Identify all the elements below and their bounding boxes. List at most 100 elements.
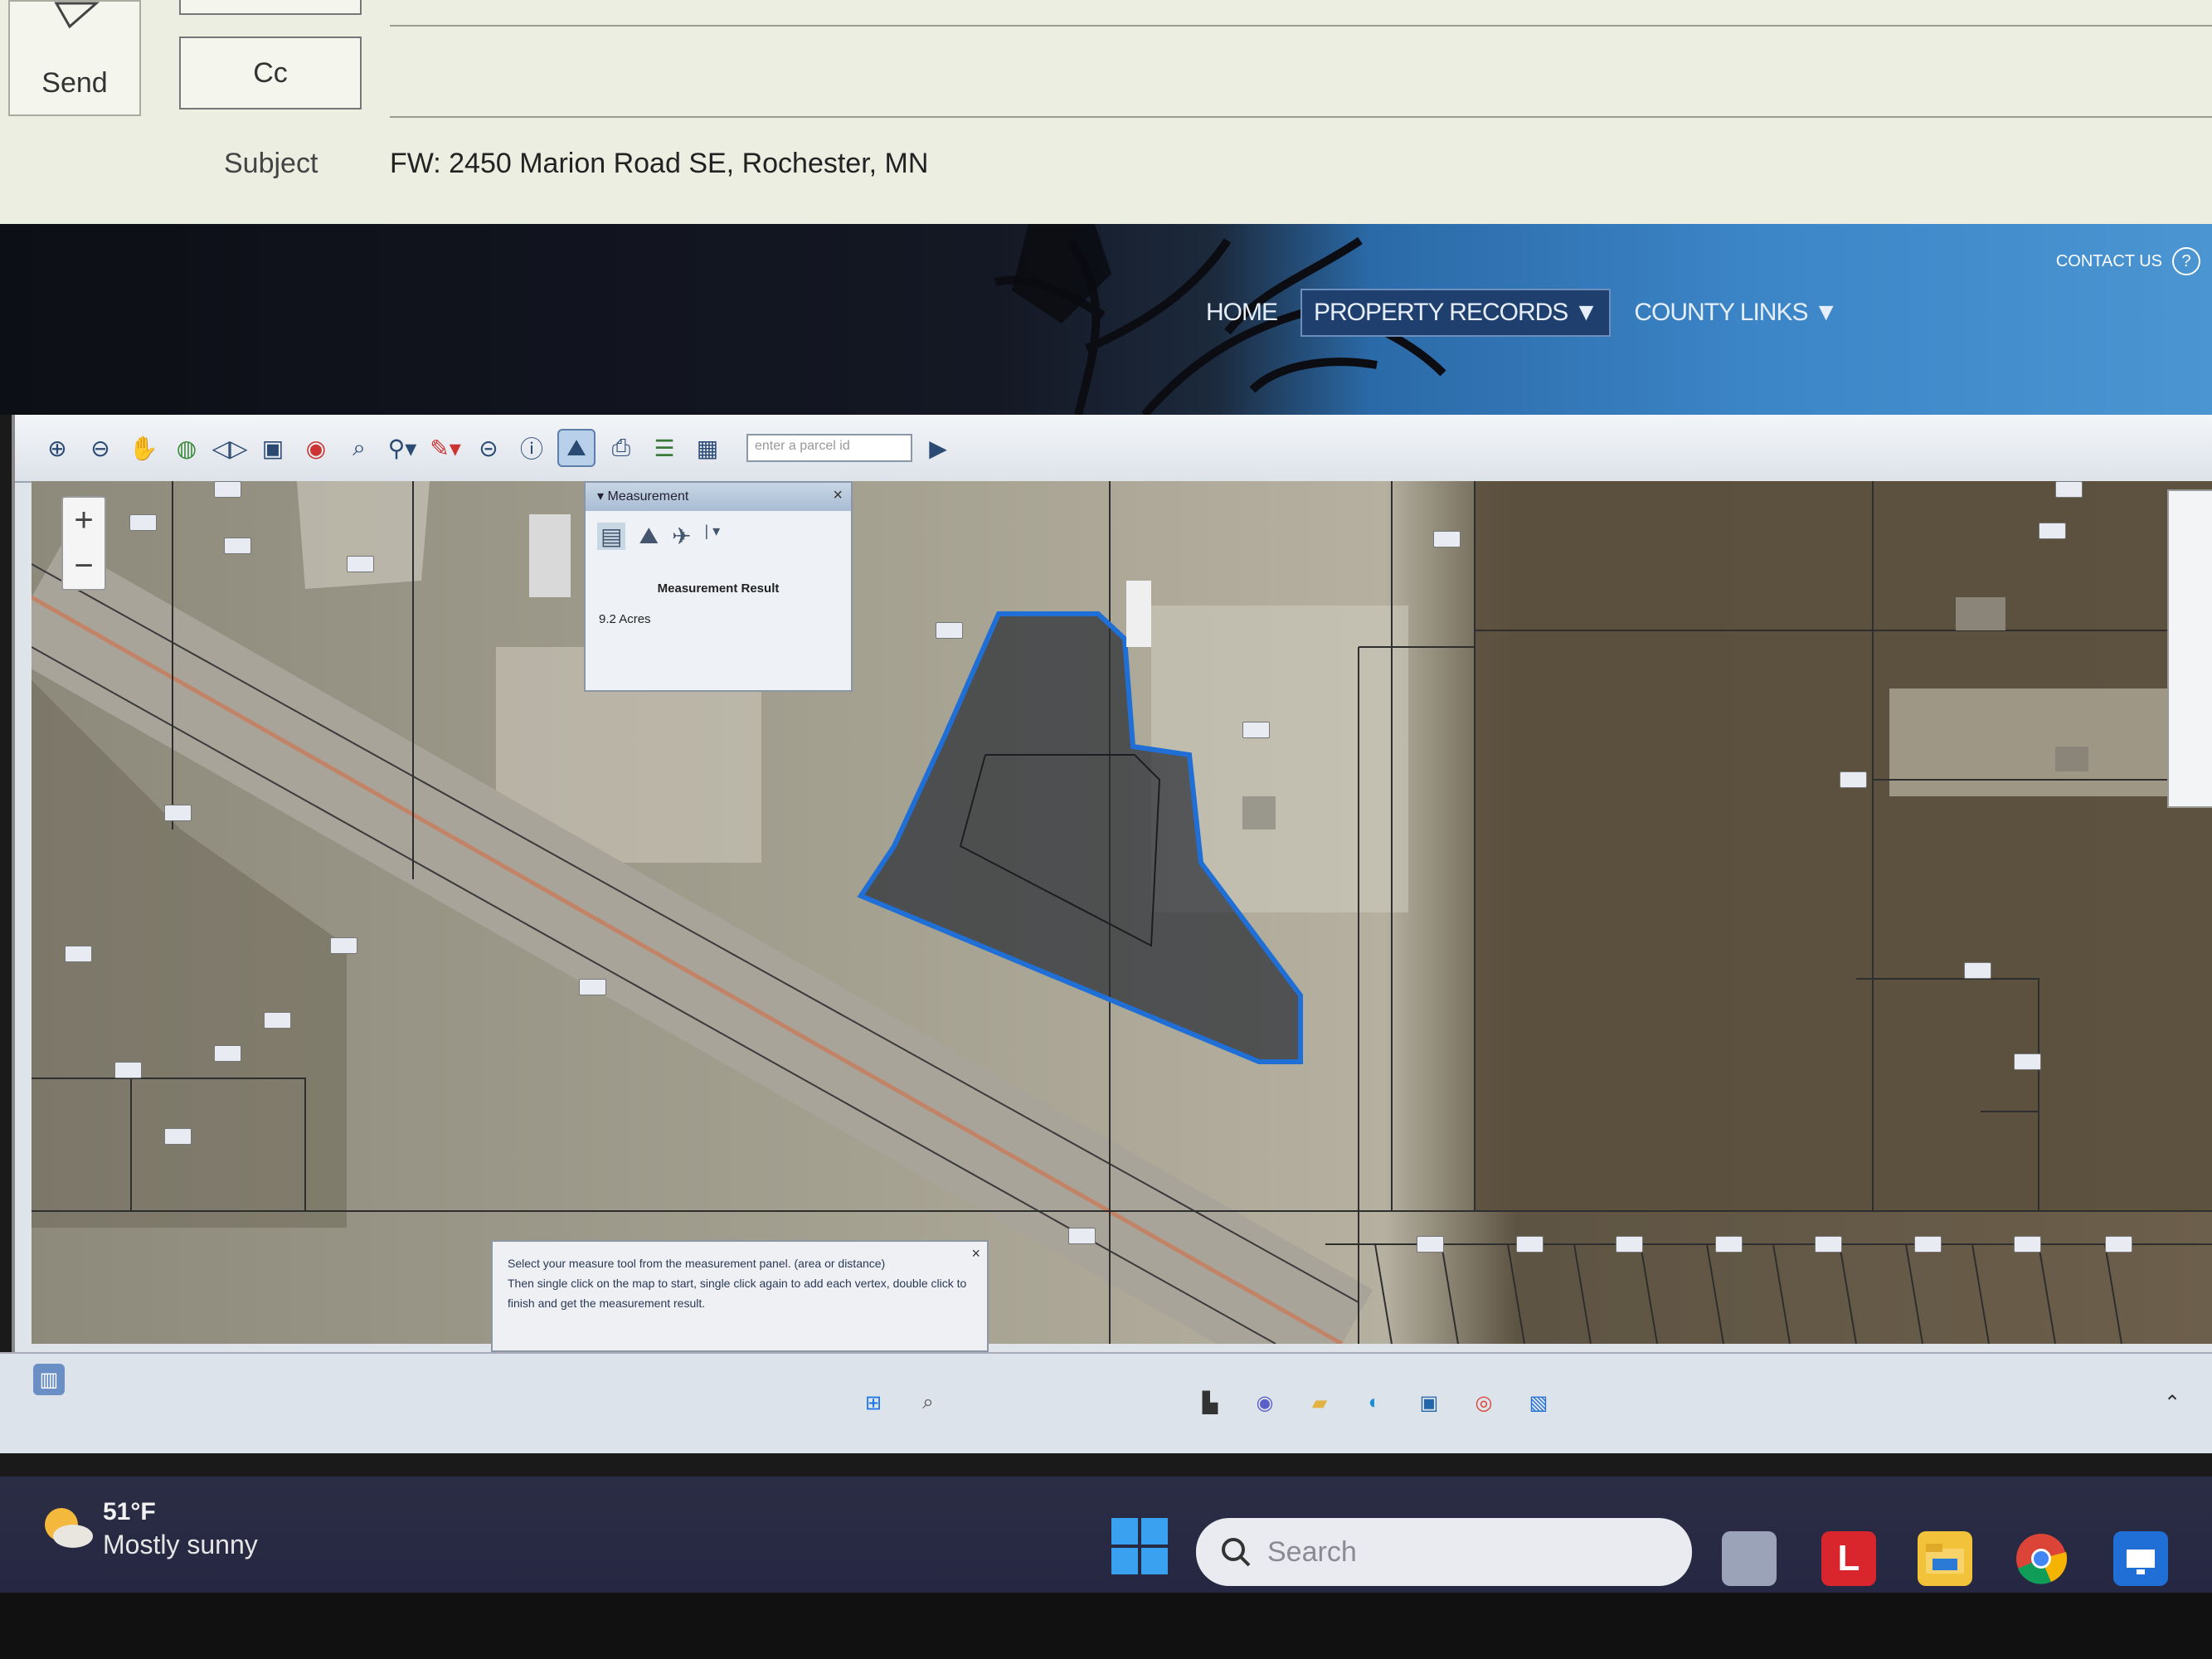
parcel-label[interactable]: [2014, 1053, 2042, 1070]
to-field[interactable]: [390, 25, 2212, 27]
basemap-icon[interactable]: ▦: [690, 431, 725, 465]
globe-icon[interactable]: ◍: [169, 431, 204, 465]
task-view-icon[interactable]: ▙: [1194, 1387, 1226, 1418]
measurement-result-title: Measurement Result: [657, 581, 780, 596]
parcel-label[interactable]: [347, 556, 375, 572]
parcel-label[interactable]: [65, 946, 93, 962]
file-explorer-icon[interactable]: [1918, 1531, 1972, 1586]
site-banner: HOME PROPERTY RECORDS ▼ COUNTY LINKS ▼ C…: [0, 224, 2212, 415]
parcel-label[interactable]: [1964, 962, 1992, 979]
parcel-label[interactable]: [214, 1045, 242, 1062]
area-tool-icon[interactable]: ▤: [597, 523, 626, 550]
measure-icon[interactable]: ⛰: [557, 429, 596, 467]
measurement-panel: ▾ Measurement × ▤ ⛰ ✈ | ▾ Measurement Re…: [584, 481, 853, 692]
measurement-result-value: 9.2 Acres: [599, 612, 651, 626]
chrome-icon[interactable]: [2014, 1531, 2069, 1586]
draw-icon[interactable]: ✎▾: [428, 431, 463, 465]
contact-link[interactable]: CONTACT US: [2056, 252, 2162, 271]
parcel-label[interactable]: [164, 805, 192, 821]
parcel-label[interactable]: [330, 937, 358, 954]
side-panel[interactable]: [2167, 489, 2212, 808]
select-icon[interactable]: ◉: [299, 431, 333, 465]
parcel-search-input[interactable]: enter a parcel id: [746, 434, 912, 462]
aerial-imagery: [32, 481, 2212, 1344]
send-label: Send: [41, 67, 108, 99]
parcel-label[interactable]: [1815, 1236, 1843, 1253]
zoom-control: + −: [61, 496, 106, 591]
nav-county-links[interactable]: COUNTY LINKS ▼: [1622, 290, 1849, 335]
parcel-label[interactable]: [1242, 722, 1271, 738]
lastpass-icon[interactable]: L: [1821, 1531, 1876, 1586]
parcel-label[interactable]: [2014, 1236, 2042, 1253]
zoom-rect-icon[interactable]: ⌕: [342, 431, 377, 465]
search-icon[interactable]: ⌕: [912, 1387, 944, 1418]
info-icon[interactable]: ⓘ: [514, 431, 549, 465]
parcel-label[interactable]: [2105, 1236, 2133, 1253]
chat-icon[interactable]: ◉: [1249, 1387, 1281, 1418]
store-icon[interactable]: ▣: [1413, 1387, 1445, 1418]
parcel-label[interactable]: [164, 1128, 192, 1145]
chevron-up-icon[interactable]: ⌃: [2156, 1387, 2188, 1418]
parcel-label[interactable]: [129, 514, 158, 531]
tooltip-line-1: Select your measure tool from the measur…: [508, 1257, 886, 1270]
parcel-label[interactable]: [1914, 1236, 1942, 1253]
nav-home[interactable]: HOME: [1194, 290, 1289, 335]
parcel-label[interactable]: [936, 622, 964, 639]
map-canvas[interactable]: + − ▾ Measurement × ▤ ⛰ ✈ | ▾ Measuremen…: [32, 481, 2212, 1344]
windows-taskbar: 51°F Mostly sunny Search L: [0, 1477, 2212, 1593]
help-icon[interactable]: ?: [2172, 247, 2200, 275]
identify-icon[interactable]: ⚲▾: [385, 431, 420, 465]
remote-desktop-icon[interactable]: ▧: [1523, 1387, 1554, 1418]
taskbar-search[interactable]: Search: [1196, 1518, 1692, 1586]
collapse-icon[interactable]: ▾: [597, 489, 607, 504]
close-icon[interactable]: ×: [833, 486, 843, 505]
parcel-label[interactable]: [264, 1012, 292, 1029]
cc-field[interactable]: [390, 116, 2212, 118]
layers-icon[interactable]: ☰: [647, 431, 682, 465]
distance-tool-icon[interactable]: ⛰: [639, 523, 659, 550]
unit-dropdown-icon[interactable]: | ▾: [704, 523, 720, 550]
subject-field[interactable]: FW: 2450 Marion Road SE, Rochester, MN: [390, 148, 928, 180]
cc-button[interactable]: Cc: [179, 36, 362, 109]
location-tool-icon[interactable]: ✈: [672, 523, 691, 550]
zoom-out-button[interactable]: −: [74, 547, 93, 585]
windows-start-icon[interactable]: ⊞: [858, 1387, 889, 1418]
weather-description[interactable]: Mostly sunny: [103, 1530, 258, 1560]
window-icon[interactable]: ▥: [33, 1364, 65, 1395]
send-button[interactable]: Send: [8, 0, 141, 116]
close-icon[interactable]: ×: [971, 1243, 980, 1263]
taskbar-search-placeholder: Search: [1267, 1535, 1357, 1568]
zoom-in-button[interactable]: +: [74, 502, 93, 539]
parcel-label[interactable]: [214, 481, 242, 498]
weather-temperature[interactable]: 51°F: [103, 1498, 156, 1526]
parcel-label[interactable]: [114, 1062, 143, 1078]
parcel-label[interactable]: [224, 538, 252, 554]
clear-icon[interactable]: ⊝: [471, 431, 506, 465]
parcel-label[interactable]: [1068, 1228, 1096, 1244]
full-extent-icon[interactable]: ▣: [255, 431, 290, 465]
parcel-label[interactable]: [1840, 771, 1868, 788]
folder-icon[interactable]: ▰: [1304, 1387, 1335, 1418]
parcel-label[interactable]: [2055, 481, 2083, 498]
parcel-label[interactable]: [1433, 531, 1461, 547]
parcel-label[interactable]: [1616, 1236, 1644, 1253]
parcel-label[interactable]: [1715, 1236, 1743, 1253]
parcel-label[interactable]: [579, 979, 607, 995]
to-button[interactable]: [179, 0, 362, 15]
zoom-out-icon[interactable]: ⊖: [83, 431, 118, 465]
task-view-icon[interactable]: [1722, 1531, 1777, 1586]
print-icon[interactable]: ⎙: [604, 431, 639, 465]
remote-desktop-icon[interactable]: [2113, 1531, 2168, 1586]
parcel-label[interactable]: [2039, 523, 2067, 539]
nav-property-records[interactable]: PROPERTY RECORDS ▼: [1300, 289, 1612, 337]
windows-start-icon[interactable]: [1111, 1518, 1168, 1574]
parcel-label[interactable]: [1516, 1236, 1544, 1253]
parcel-label[interactable]: [1417, 1236, 1445, 1253]
search-go-icon[interactable]: ▶: [921, 431, 955, 465]
edge-icon[interactable]: ◐: [1359, 1387, 1390, 1418]
back-forward-icon[interactable]: ◁▷: [211, 431, 247, 465]
send-icon: [54, 2, 100, 29]
chrome-icon[interactable]: ◎: [1468, 1387, 1500, 1418]
zoom-in-icon[interactable]: ⊕: [40, 431, 75, 465]
pan-icon[interactable]: ✋: [126, 431, 161, 465]
